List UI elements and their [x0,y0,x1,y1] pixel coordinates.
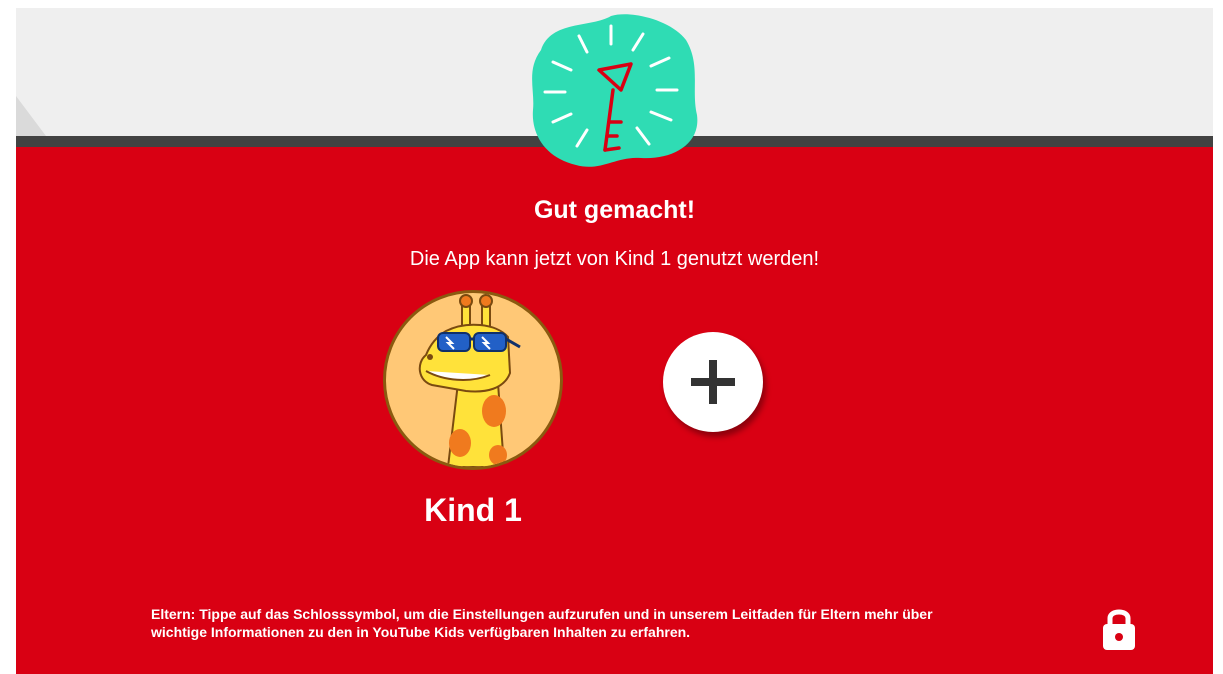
profile-name: Kind 1 [424,492,522,528]
key-badge [521,10,701,172]
page-title: Gut gemacht! [533,196,696,224]
parent-info-line-1: Eltern: Tippe auf das Schlosssymbol, um … [151,606,933,622]
youtube-kids-setup-screen: Gut gemacht! Die App kann jetzt von Kind… [16,8,1213,674]
content-panel [16,147,1213,674]
giraffe-avatar-icon [418,294,521,467]
add-profile-button[interactable] [663,332,763,432]
lock-icon [1103,609,1135,650]
plus-icon [691,360,735,404]
top-band-shade [16,96,46,136]
parent-info-text: Eltern: Tippe auf das Schlosssymbol, um … [151,605,1101,641]
parent-info-line-2: wichtige Informationen zu den in YouTube… [151,624,691,640]
key-icon [532,14,698,167]
page-subtitle: Die App kann jetzt von Kind 1 genutzt we… [409,248,820,270]
avatar [383,290,563,470]
parent-lock-button[interactable] [1101,605,1137,651]
